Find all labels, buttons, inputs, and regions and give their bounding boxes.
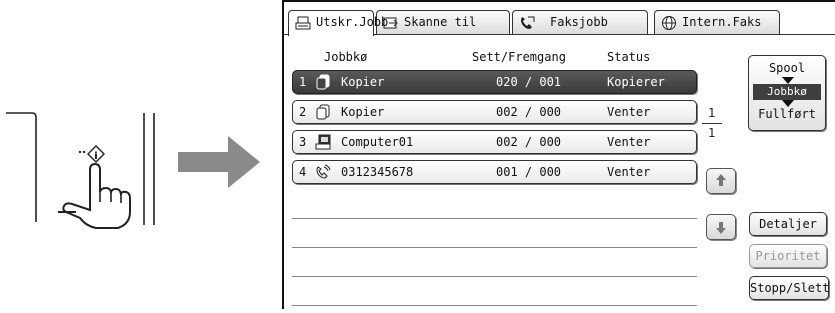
copy-icon	[316, 74, 330, 90]
mode-queue: Jobbkø	[753, 84, 821, 100]
triangle-down-icon	[782, 77, 794, 84]
right-arrow-icon	[178, 136, 260, 188]
job-number: 4	[299, 165, 307, 179]
illustration: i	[0, 0, 280, 309]
empty-row-divider	[292, 218, 697, 219]
tab-print-jobs[interactable]: Utskr.Jobb	[288, 10, 388, 36]
hand-pointer-icon: i	[58, 145, 131, 229]
scroll-up-button[interactable]	[706, 168, 736, 194]
tab-internet-fax[interactable]: Intern.Faks	[654, 10, 780, 34]
arrow-down-icon	[716, 222, 726, 234]
job-name: Kopier	[341, 105, 385, 119]
job-name: 0312345678	[341, 165, 414, 179]
fax-phone-icon	[521, 16, 535, 29]
copy-icon	[316, 104, 330, 120]
printer-icon	[295, 16, 311, 30]
fax-phone-icon	[316, 164, 331, 179]
priority-button[interactable]: Prioritet	[749, 244, 827, 268]
job-status: Venter	[607, 105, 651, 119]
job-status: Kopierer	[607, 75, 665, 89]
globe-icon	[662, 16, 676, 30]
tab-label: Intern.Faks	[682, 15, 762, 29]
job-row[interactable]: 4 0312345678 001 / 000 Venter	[292, 160, 697, 184]
empty-row-divider	[292, 276, 697, 277]
mode-completed: Fullført	[758, 107, 816, 121]
job-progress: 002 / 000	[496, 105, 562, 119]
job-status: Venter	[607, 165, 651, 179]
job-name: Kopier	[341, 75, 385, 89]
job-progress: 002 / 000	[496, 135, 562, 149]
job-status-panel: Utskr.Jobb Skanne til Faksjobb Intern.Fa…	[282, 0, 835, 309]
details-button[interactable]: Detaljer	[749, 212, 827, 236]
page-total: 1	[708, 126, 716, 140]
job-number: 1	[299, 75, 307, 89]
job-number: 3	[299, 135, 307, 149]
tab-label: Skanne til	[404, 15, 477, 29]
column-header-queue: Jobbkø	[324, 50, 368, 64]
empty-row-divider	[292, 305, 697, 306]
empty-row-divider	[292, 247, 697, 248]
svg-text:i: i	[94, 151, 97, 162]
stop-delete-button[interactable]: Stopp/Slett	[749, 276, 829, 300]
page-current: 1	[708, 106, 716, 120]
job-progress: 020 / 001	[496, 75, 562, 89]
column-header-progress: Sett/Fremgang	[472, 50, 566, 64]
job-row[interactable]: 2 Kopier 002 / 000 Venter	[292, 100, 697, 124]
job-number: 2	[299, 105, 307, 119]
page-divider	[702, 123, 722, 124]
job-name: Computer01	[341, 135, 414, 149]
tab-scan-to[interactable]: Skanne til	[376, 10, 510, 34]
triangle-down-icon	[782, 100, 794, 107]
mode-spool: Spool	[768, 61, 806, 75]
column-header-status: Status	[607, 50, 651, 64]
arrow-up-icon	[716, 174, 726, 186]
computer-icon	[315, 134, 331, 150]
job-row[interactable]: 3 Computer01 002 / 000 Venter	[292, 130, 697, 154]
job-status: Venter	[607, 135, 651, 149]
job-row[interactable]: 1 Kopier 020 / 001 Kopierer	[292, 70, 697, 94]
tab-label: Utskr.Jobb	[316, 15, 389, 29]
tab-label: Faksjobb	[550, 15, 608, 29]
tab-fax-jobs[interactable]: Faksjobb	[512, 10, 648, 34]
scroll-down-button[interactable]	[706, 214, 736, 240]
queue-mode-button[interactable]: Spool Jobbkø Fullført	[748, 55, 826, 131]
job-progress: 001 / 000	[496, 165, 562, 179]
